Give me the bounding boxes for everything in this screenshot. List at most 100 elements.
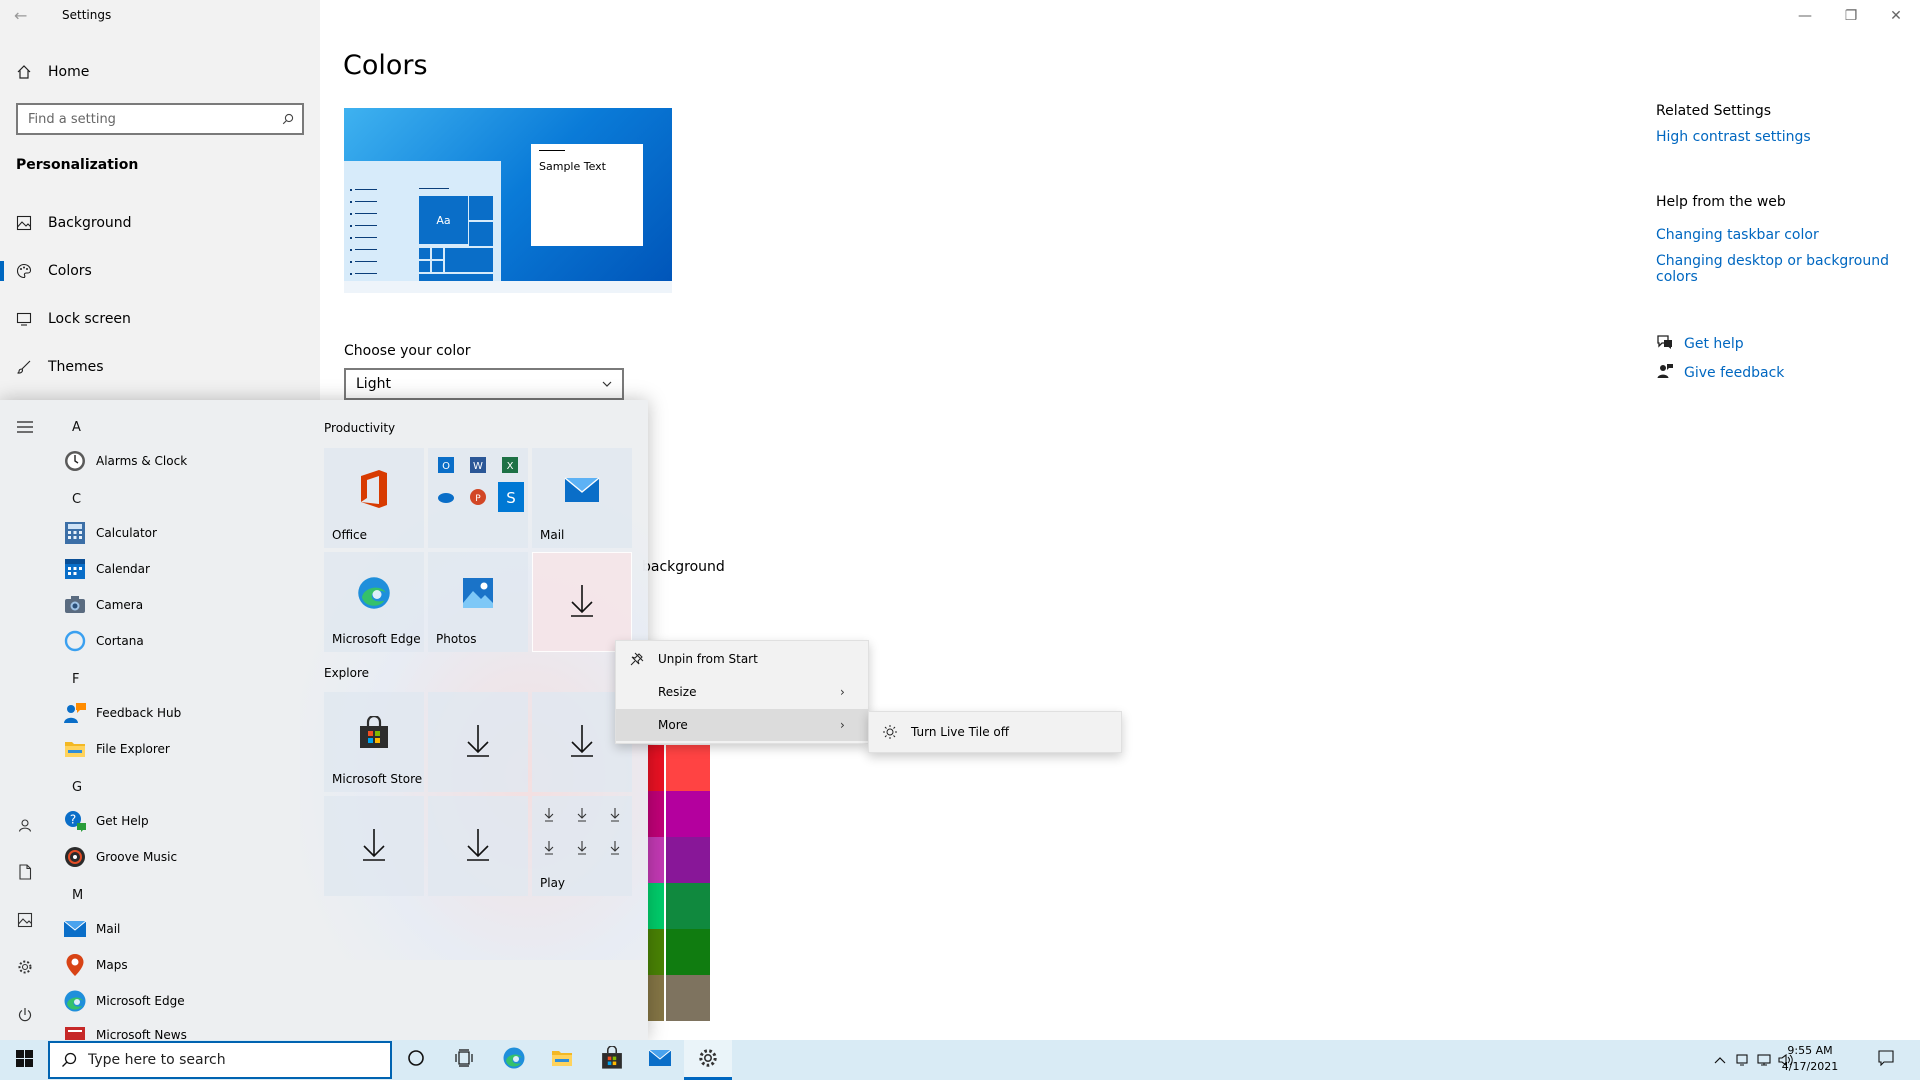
sidebar-item-colors[interactable]: Colors <box>0 251 320 291</box>
nav-home[interactable]: Home <box>0 52 320 92</box>
app-calculator[interactable]: Calculator <box>62 518 302 548</box>
taskbar-file-explorer-button[interactable] <box>538 1040 586 1080</box>
svg-text:?: ? <box>70 813 76 827</box>
menu-item-label: Turn Live Tile off <box>911 725 1010 739</box>
app-get-help[interactable]: ? Get Help <box>62 806 302 836</box>
sidebar-item-lock-screen[interactable]: Lock screen <box>0 299 320 339</box>
app-feedback-hub[interactable]: Feedback Hub <box>62 698 302 728</box>
app-groove-music[interactable]: Groove Music <box>62 842 302 872</box>
color-swatch[interactable] <box>648 791 664 837</box>
alpha-header-g[interactable]: G <box>72 780 82 795</box>
taskbar-settings-button[interactable] <box>684 1040 732 1080</box>
color-swatch[interactable] <box>666 745 710 791</box>
edge-icon <box>502 1046 526 1074</box>
color-swatch[interactable] <box>666 883 710 929</box>
start-button[interactable] <box>0 1040 48 1080</box>
taskbar-search-box[interactable] <box>48 1041 392 1079</box>
app-mail[interactable]: Mail <box>62 914 302 944</box>
svg-text:W: W <box>473 461 483 472</box>
menu-item-unpin[interactable]: Unpin from Start <box>616 643 868 675</box>
taskbar-mail-button[interactable] <box>636 1040 684 1080</box>
mail-icon <box>648 1049 672 1071</box>
hamburger-menu-icon[interactable] <box>14 416 36 438</box>
download-arrow-icon <box>544 808 620 855</box>
accent-color-swatches <box>648 745 710 1021</box>
choose-color-dropdown[interactable]: Light <box>344 368 624 400</box>
desktop-color-link[interactable]: Changing desktop or background colors <box>1656 253 1889 285</box>
app-microsoft-edge[interactable]: Microsoft Edge <box>62 986 302 1016</box>
taskbar-search-input[interactable] <box>88 1052 390 1068</box>
color-swatch[interactable] <box>666 837 710 883</box>
color-swatch[interactable] <box>666 791 710 837</box>
group-title-productivity[interactable]: Productivity <box>324 421 395 435</box>
minimize-button[interactable]: — <box>1793 6 1817 26</box>
taskbar-color-link[interactable]: Changing taskbar color <box>1656 227 1819 243</box>
tile-label: Office <box>332 528 368 542</box>
power-icon[interactable] <box>14 1004 36 1026</box>
sidebar-item-themes[interactable]: Themes <box>0 347 320 387</box>
color-swatch[interactable] <box>648 975 664 1021</box>
app-calendar[interactable]: Calendar <box>62 554 302 584</box>
app-maps[interactable]: Maps <box>62 950 302 980</box>
taskbar-edge-button[interactable] <box>490 1040 538 1080</box>
tile-play-folder[interactable]: Play <box>532 796 632 896</box>
app-cortana[interactable]: Cortana <box>62 626 302 656</box>
give-feedback-link[interactable]: Give feedback <box>1656 362 1784 384</box>
user-account-icon[interactable] <box>14 814 36 836</box>
alpha-header-a[interactable]: A <box>72 420 81 435</box>
alpha-header-c[interactable]: C <box>72 492 81 507</box>
app-microsoft-news[interactable]: Microsoft News <box>62 1020 302 1040</box>
taskbar-clock[interactable]: 9:55 AM 4/17/2021 <box>1772 1043 1848 1075</box>
color-swatch[interactable] <box>648 929 664 975</box>
menu-item-turn-live-tile-off[interactable]: Turn Live Tile off <box>869 716 1121 748</box>
color-swatch[interactable] <box>648 883 664 929</box>
app-file-explorer[interactable]: File Explorer <box>62 734 302 764</box>
settings-gear-icon[interactable] <box>14 956 36 978</box>
taskbar-store-button[interactable] <box>588 1040 636 1080</box>
tile-microsoft-store[interactable]: Microsoft Store <box>324 692 424 792</box>
alpha-header-f[interactable]: F <box>72 672 79 687</box>
tile-office-apps-folder[interactable]: O W X P S <box>428 448 528 548</box>
group-title-explore[interactable]: Explore <box>324 666 369 680</box>
tile-download-2[interactable] <box>428 692 528 792</box>
tile-photos[interactable]: Photos <box>428 552 528 652</box>
tile-office[interactable]: Office <box>324 448 424 548</box>
app-label: Microsoft News <box>96 1028 187 1040</box>
tile-microsoft-edge[interactable]: Microsoft Edge <box>324 552 424 652</box>
tile-mail[interactable]: Mail <box>532 448 632 548</box>
color-swatch[interactable] <box>648 745 664 791</box>
find-setting-input[interactable] <box>18 111 274 127</box>
high-contrast-link[interactable]: High contrast settings <box>1656 129 1811 145</box>
color-swatch[interactable] <box>666 975 710 1021</box>
find-setting-box[interactable] <box>16 103 304 135</box>
sidebar-item-background[interactable]: Background <box>0 203 320 243</box>
alpha-header-m[interactable]: M <box>72 888 83 903</box>
back-arrow-icon: ← <box>14 6 28 25</box>
svg-text:P: P <box>475 494 481 504</box>
tile-download-4[interactable] <box>324 796 424 896</box>
get-help-link[interactable]: Get help <box>1656 333 1744 355</box>
tray-network-icon[interactable] <box>1754 1040 1774 1080</box>
cortana-button[interactable] <box>392 1040 440 1080</box>
app-alarms-clock[interactable]: Alarms & Clock <box>62 446 302 476</box>
pictures-icon[interactable] <box>14 909 36 931</box>
menu-item-resize[interactable]: Resize › <box>616 676 868 708</box>
color-swatch[interactable] <box>648 837 664 883</box>
task-view-icon <box>454 1049 474 1071</box>
menu-item-more[interactable]: More › <box>616 709 868 741</box>
search-icon[interactable] <box>274 113 302 125</box>
back-button[interactable]: ← <box>14 7 34 25</box>
tile-download-selected[interactable] <box>532 552 632 652</box>
tray-chevron-up-icon[interactable] <box>1710 1040 1730 1080</box>
restore-button[interactable]: ❐ <box>1839 6 1863 26</box>
task-view-button[interactable] <box>440 1040 488 1080</box>
app-camera[interactable]: Camera <box>62 590 302 620</box>
mail-icon <box>62 916 88 942</box>
close-button[interactable]: ✕ <box>1884 6 1908 26</box>
color-swatch[interactable] <box>666 929 710 975</box>
action-center-button[interactable] <box>1866 1040 1906 1080</box>
tile-download-5[interactable] <box>428 796 528 896</box>
tray-device-icon[interactable] <box>1732 1040 1752 1080</box>
documents-icon[interactable] <box>14 861 36 883</box>
camera-icon <box>62 592 88 618</box>
